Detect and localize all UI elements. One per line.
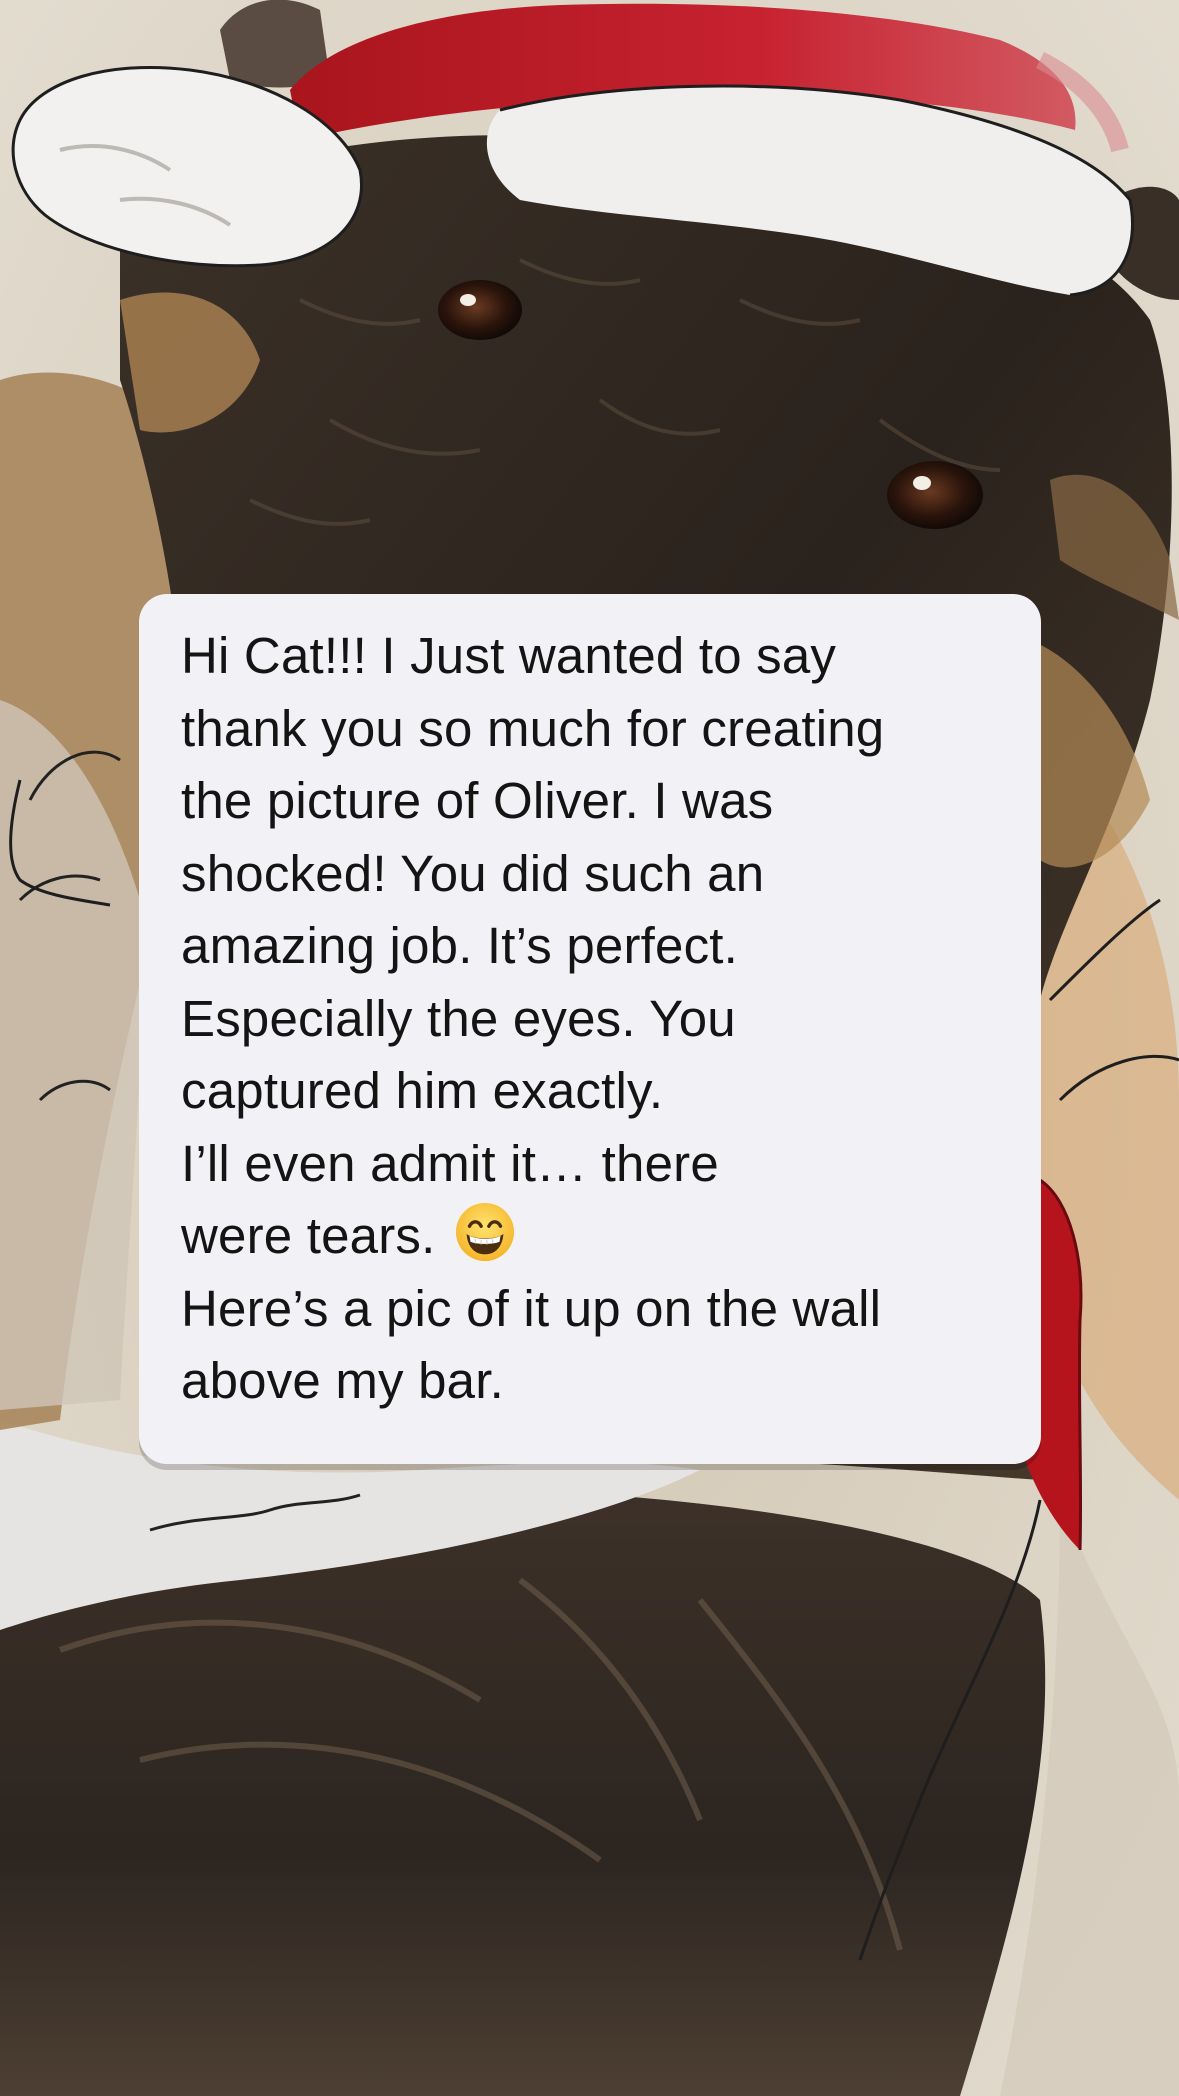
message-line: were tears. xyxy=(181,1207,450,1264)
message-line: shocked! You did such an xyxy=(181,844,765,902)
message-line: amazing job. It’s perfect. xyxy=(181,917,739,974)
message-line: Hi Cat!!! I Just wanted to say xyxy=(181,627,837,684)
message-line: captured him exactly. xyxy=(181,1062,664,1119)
message-line: I’ll even admit it… there xyxy=(181,1134,719,1192)
message-line: the picture of Oliver. I was xyxy=(181,772,774,829)
message-line: thank you so much for creating xyxy=(181,699,885,757)
grinning-face-icon xyxy=(455,1202,514,1262)
message-screen: Hi Cat!!! I Just wanted to say thank you… xyxy=(0,0,1179,2096)
message-line: above my bar. xyxy=(181,1352,504,1409)
message-line: Here’s a pic of it up on the wall xyxy=(181,1279,882,1337)
message-text: Hi Cat!!! I Just wanted to say thank you… xyxy=(181,620,1001,1418)
message-line: Especially the eyes. You xyxy=(181,989,736,1047)
message-bubble: Hi Cat!!! I Just wanted to say thank you… xyxy=(139,594,1041,1464)
